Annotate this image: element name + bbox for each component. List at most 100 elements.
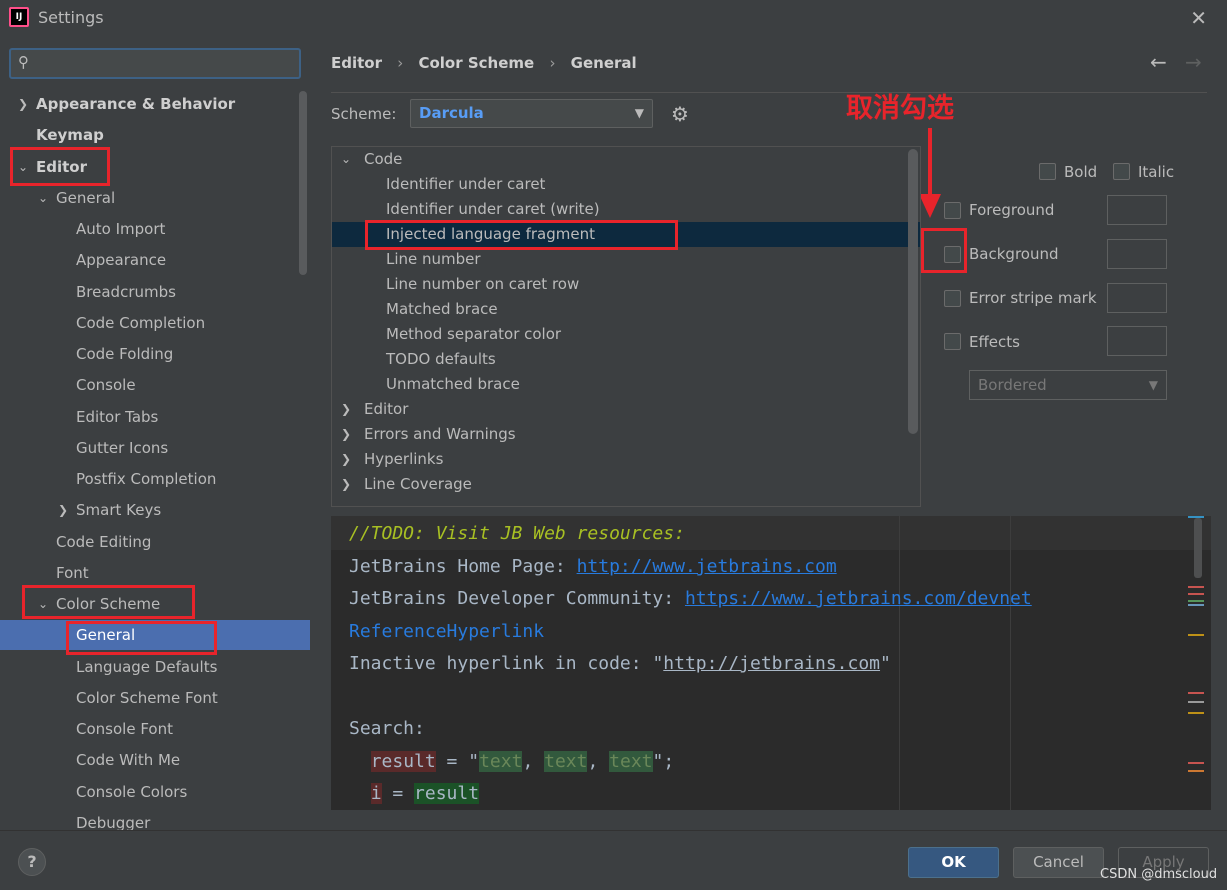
error-stripe-mark [1188,712,1204,714]
sidebar-item-appearance[interactable]: Appearance [0,245,310,275]
settings-search-input[interactable]: ⚲ [9,48,301,79]
preview-hyperlink[interactable]: http://www.jetbrains.com [577,556,837,577]
tree-node-editor[interactable]: ❯ Editor [332,397,920,422]
sidebar-item-label: Postfix Completion [76,470,217,488]
effect-type-value: Bordered [978,376,1047,394]
sidebar-item-breadcrumbs[interactable]: Breadcrumbs [0,277,310,307]
back-arrow-icon[interactable]: ← [1150,50,1167,74]
tree-node-label: Method separator color [386,325,562,343]
sidebar-item-language-defaults[interactable]: Language Defaults [0,652,310,682]
tree-node-line-coverage[interactable]: ❯ Line Coverage [332,472,920,497]
error-stripe-label: Error stripe mark [969,289,1097,307]
sidebar-item-console-font[interactable]: Console Font [0,714,310,744]
tree-node-todo-defaults[interactable]: TODO defaults [332,347,920,372]
preview-text: JetBrains Developer Community: [349,588,685,609]
sidebar-item-code-completion[interactable]: Code Completion [0,308,310,338]
sidebar-item-label: Code Folding [76,345,174,363]
chevron-right-icon: ❯ [58,503,69,517]
foreground-checkbox[interactable] [944,202,961,219]
error-stripe-checkbox[interactable] [944,290,961,307]
sidebar-item-appearance-behavior[interactable]: ❯ Appearance & Behavior [0,89,310,119]
tree-node-hyperlinks[interactable]: ❯ Hyperlinks [332,447,920,472]
preview-scrollbar[interactable] [1194,518,1202,578]
effect-type-dropdown[interactable]: Bordered ▼ [969,370,1167,400]
preview-write-usage: i [370,783,382,804]
sidebar-item-code-editing[interactable]: Code Editing [0,527,310,557]
sidebar-item-debugger[interactable]: Debugger [0,808,310,830]
tree-node-identifier-under-caret[interactable]: Identifier under caret [332,172,920,197]
preview-line-home: JetBrains Home Page: http://www.jetbrain… [349,552,837,582]
sidebar-item-general[interactable]: ⌄ General [0,183,310,213]
help-button[interactable]: ? [18,848,46,876]
breadcrumb-separator: › [397,54,404,72]
bold-label: Bold [1064,163,1098,181]
preview-line-i: i = result [349,779,480,809]
sidebar-item-code-with-me[interactable]: Code With Me [0,745,310,775]
background-color-swatch[interactable] [1107,239,1167,269]
preview-inactive-hyperlink: http://jetbrains.com [663,653,881,674]
sidebar-item-font[interactable]: Font [0,558,310,588]
tree-node-label: Line Coverage [364,475,472,493]
foreground-color-swatch[interactable] [1107,195,1167,225]
sidebar-item-smart-keys[interactable]: ❯ Smart Keys [0,495,310,525]
sidebar-item-color-scheme-font[interactable]: Color Scheme Font [0,683,310,713]
intellij-app-icon: IJ [9,7,29,27]
breadcrumb-item: Editor [331,54,382,72]
sidebar-item-keymap[interactable]: Keymap [0,120,310,150]
preview-search-result: text [479,751,523,772]
gear-icon[interactable]: ⚙ [671,102,689,126]
tree-node-identifier-under-caret-write[interactable]: Identifier under caret (write) [332,197,920,222]
sidebar-item-console[interactable]: Console [0,370,310,400]
sidebar-item-label: Editor Tabs [76,408,159,426]
tree-node-code[interactable]: ⌄ Code [332,147,920,172]
annotation-text: 取消勾选 [846,93,954,124]
error-stripe-mark [1188,600,1204,602]
forward-arrow-icon[interactable]: → [1185,50,1202,74]
sidebar-item-postfix-completion[interactable]: Postfix Completion [0,464,310,494]
italic-checkbox[interactable] [1113,163,1130,180]
tree-node-unmatched-brace[interactable]: Unmatched brace [332,372,920,397]
visual-guide [899,516,900,810]
sidebar-item-code-folding[interactable]: Code Folding [0,339,310,369]
sidebar-item-auto-import[interactable]: Auto Import [0,214,310,244]
dropdown-arrow-icon: ▼ [634,106,644,120]
sidebar-item-label: Debugger [76,814,151,830]
breadcrumb: Editor › Color Scheme › General [331,54,647,72]
preview-reference-hyperlink[interactable]: ReferenceHyperlink [349,617,544,647]
sidebar-item-label: Code Completion [76,314,206,332]
tree-node-label: Unmatched brace [386,375,520,393]
chevron-right-icon: ❯ [341,452,352,466]
preview-write-usage: result [370,751,436,772]
code-preview[interactable]: //TODO: Visit JB Web resources: JetBrain… [331,516,1211,810]
tree-node-label: Code [364,150,403,168]
tree-node-method-separator-color[interactable]: Method separator color [332,322,920,347]
sidebar-item-label: Language Defaults [76,658,218,676]
annotation-box-injected-fragment [365,220,678,250]
sidebar-item-label: Font [56,564,89,582]
cancel-button[interactable]: Cancel [1013,847,1104,878]
tree-node-line-number[interactable]: Line number [332,247,920,272]
ok-button[interactable]: OK [908,847,999,878]
close-icon[interactable]: ✕ [1190,6,1207,30]
bold-checkbox[interactable] [1039,163,1056,180]
sidebar-item-label: Console Colors [76,783,188,801]
preview-hyperlink[interactable]: https://www.jetbrains.com/devnet [685,588,1032,609]
tree-node-matched-brace[interactable]: Matched brace [332,297,920,322]
italic-label: Italic [1138,163,1175,181]
preview-todo-comment: //TODO: Visit JB Web resources: [349,523,685,544]
sidebar-scrollbar[interactable] [299,91,307,275]
sidebar-item-editor-tabs[interactable]: Editor Tabs [0,402,310,432]
sidebar-item-console-colors[interactable]: Console Colors [0,777,310,807]
color-attributes-tree[interactable]: ⌄ Code Identifier under caret Identifier… [331,146,921,507]
settings-sidebar: ⚲ ❯ Appearance & Behavior Keymap ⌄ Edito… [0,36,310,830]
scheme-label: Scheme: [331,105,397,123]
search-icon: ⚲ [18,53,29,71]
tree-node-line-number-caret-row[interactable]: Line number on caret row [332,272,920,297]
sidebar-item-gutter-icons[interactable]: Gutter Icons [0,433,310,463]
scheme-dropdown[interactable]: Darcula ▼ [410,99,653,128]
tree-node-errors-and-warnings[interactable]: ❯ Errors and Warnings [332,422,920,447]
tree-scrollbar[interactable] [908,149,918,434]
error-stripe-color-swatch[interactable] [1107,283,1167,313]
effects-color-swatch[interactable] [1107,326,1167,356]
effects-checkbox[interactable] [944,333,961,350]
